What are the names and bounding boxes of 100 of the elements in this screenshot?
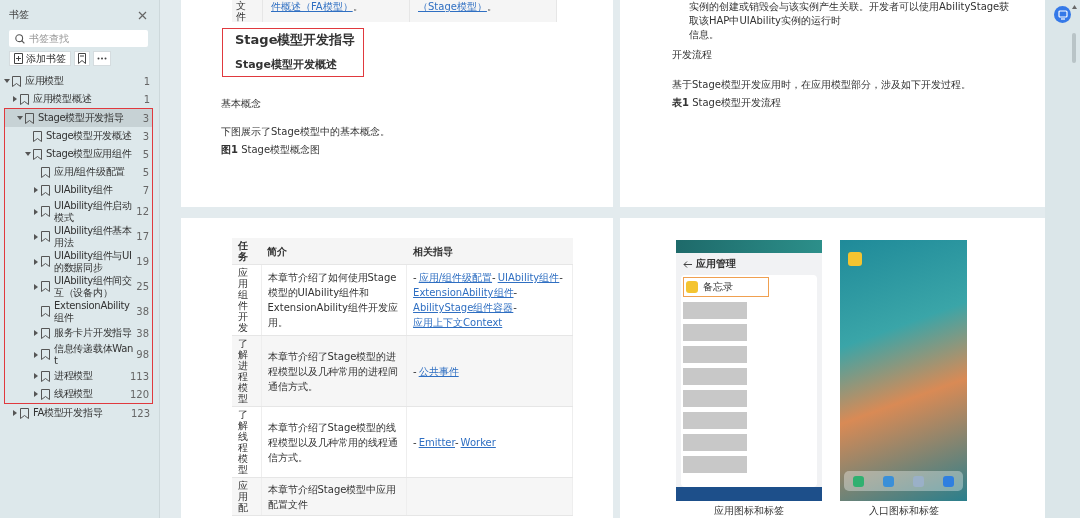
bookmark-row[interactable]: 进程模型 113 [5,367,152,385]
caret-icon[interactable] [33,283,39,290]
bullet: - [413,272,417,283]
bullet: - [513,287,518,298]
bookmark-icon [33,130,42,142]
bookmark-icon [41,166,50,178]
list-item-placeholder [683,346,747,363]
link[interactable]: 件概述（FA模型） [271,1,353,12]
table-cell: 本章节介绍了Stage模型的线程模型以及几种常用的线程通信方式。 [267,421,398,463]
caret-icon[interactable] [12,410,18,416]
paragraph: 图1 Stage模型概念图 [221,143,322,157]
link[interactable]: 应用/组件级配置 [418,272,493,283]
scrollbar-thumb[interactable] [1071,33,1076,63]
list-item-placeholder [683,456,747,473]
link[interactable]: AbilityStage组件容器 [413,302,514,313]
page-number: 17 [136,231,149,242]
bookmark-row[interactable]: 线程模型 120 [5,385,152,403]
monitor-icon [1057,9,1068,20]
link[interactable]: （Stage模型） [418,1,487,12]
caret-icon[interactable] [12,96,18,102]
bookmark-row[interactable]: Stage模型开发概述 3 [5,127,152,145]
bookmark-row[interactable]: 服务卡片开发指导 38 [5,324,152,342]
link[interactable]: Emitter [418,436,455,448]
bookmark-title[interactable]: FA模型开发指导 [33,406,128,420]
search-field[interactable]: 书签查找 [9,30,148,47]
bookmark-icon [41,327,50,339]
caret-icon[interactable] [33,208,39,215]
caret-icon[interactable] [25,151,31,157]
cell-text: 。 [352,1,363,12]
table-cell: 本章节介绍了Stage模型的进程模型以及几种常用的进程间通信方式。 [267,350,398,392]
bookmark-row[interactable]: UIAbility组件 7 [5,181,152,199]
link[interactable]: UIAbility组件 [497,272,560,283]
bookmark-title[interactable]: ExtensionAbility组件 [54,299,134,324]
paragraph: 信息。 [689,28,720,42]
list-item-placeholder [683,324,747,341]
bullet: - [413,365,417,377]
page-number: 5 [142,148,149,160]
page-number: 3 [142,130,149,142]
bookmark-title[interactable]: UIAbility组件间交互（设备内） [54,274,134,299]
list-item-placeholder [683,302,747,319]
caret-icon[interactable] [33,351,39,358]
close-icon[interactable] [138,10,147,20]
bookmark-row[interactable]: FA模型开发指导 123 [0,404,153,422]
bookmark-title[interactable]: 应用模型概述 [33,92,141,106]
bookmark-row[interactable]: Stage模型应用组件 5 [5,145,152,163]
page-number: 12 [136,206,149,217]
scroll-up-icon[interactable] [1072,5,1077,9]
bookmark-icon [41,231,50,242]
bookmark-title[interactable]: 进程模型 [54,369,127,383]
bookmark-row[interactable]: 应用/组件级配置 5 [5,163,152,181]
paragraph: 实例的创建或销毁会与该实例产生关联。开发者可以使用AbilityStage获取该HAP中UIAbility实例的运行时 [689,0,1011,28]
caret-icon[interactable] [33,258,39,265]
bookmark-title[interactable]: UIAbility组件 [54,183,140,197]
link[interactable]: Worker [460,436,496,448]
page-number: 38 [136,327,149,339]
bookmark-icon [41,256,50,267]
bookmark-icon [78,53,86,64]
bookmark-title[interactable]: Stage模型开发概述 [46,129,140,143]
bullet: - [513,302,517,313]
list-item-placeholder [683,368,747,385]
bookmark-row[interactable]: Stage模型开发指导 3 [5,109,152,127]
caret-icon[interactable] [33,233,39,240]
caret-icon[interactable] [33,187,39,193]
caret-icon[interactable] [17,115,23,121]
link[interactable]: 公共事件 [418,365,459,377]
bookmark-title[interactable]: 服务卡片开发指导 [54,326,134,340]
bookmark-title[interactable]: 信息传递载体Want [54,342,134,367]
bookmark-row[interactable]: 应用模型概述 1 [0,90,153,108]
bookmark-title[interactable]: Stage模型应用组件 [46,147,140,161]
bookmark-icon [41,184,50,196]
bookmark-title[interactable]: UIAbility组件启动模式 [54,199,134,224]
paragraph: 开发流程 [672,48,713,62]
caret-icon[interactable] [33,373,39,379]
caret-icon[interactable] [4,78,10,84]
heading: Stage模型开发指导 [235,31,356,49]
bookmark-icon [41,281,50,292]
list-item-placeholder [683,434,747,451]
page-number: 25 [136,281,149,292]
bookmark-title[interactable]: UIAbility组件与UI的数据同步 [54,249,134,274]
bookmark-title[interactable]: 应用/组件级配置 [54,165,140,179]
bullet: - [559,272,563,283]
bookmark-title[interactable]: UIAbility组件基本用法 [54,224,134,249]
bookmark-row[interactable]: 应用模型 1 [0,72,153,90]
bookmark-title[interactable]: 线程模型 [54,387,127,401]
assistant-button[interactable] [1054,6,1071,23]
table-cell: 了解线程模型 [238,409,248,475]
bookmark-title[interactable]: Stage模型开发指导 [38,111,140,125]
page-number: 113 [129,370,149,382]
link[interactable]: 应用上下文Context [413,317,503,328]
caret-icon[interactable] [33,391,39,397]
column-header: 简介 [267,245,287,257]
bookmark-icon [12,75,21,87]
table-cell: 本章节介绍了如何使用Stage模型的UIAbility组件和ExtensionAbility组件开发应用。 [267,272,398,328]
link[interactable]: ExtensionAbility组件 [413,287,514,298]
bookmark-button[interactable] [74,51,90,66]
paragraph: 下图展示了Stage模型中的基本概念。 [221,125,391,139]
bookmark-title[interactable]: 应用模型 [25,74,141,88]
add-bookmark-button[interactable]: 添加书签 [9,51,71,66]
caret-icon[interactable] [33,330,39,336]
bookmark-icon [20,93,29,105]
